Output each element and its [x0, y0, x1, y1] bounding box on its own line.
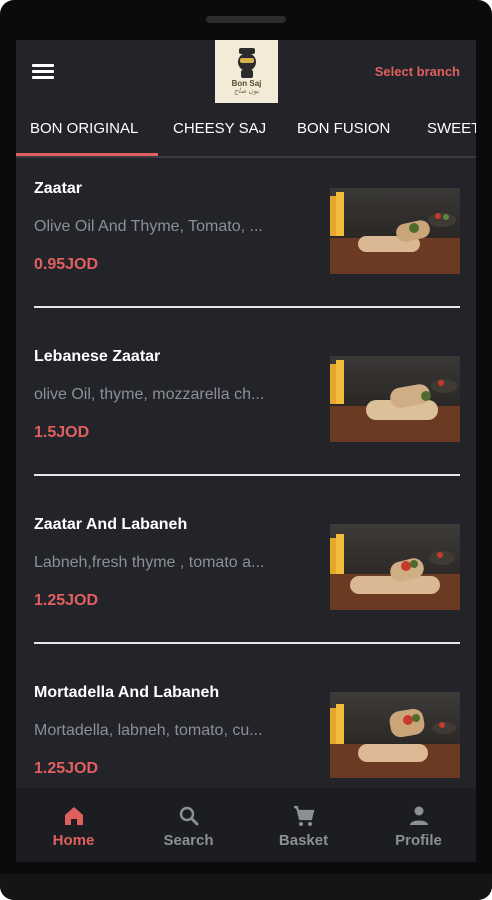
item-image — [330, 188, 460, 274]
item-divider — [34, 306, 460, 308]
item-price: 1.25JOD — [34, 760, 99, 777]
item-divider — [34, 474, 460, 476]
menu-icon[interactable] — [32, 64, 54, 80]
tab-cheesy-saj[interactable]: CHEESY SAJ — [173, 120, 266, 137]
item-price: 1.5JOD — [34, 424, 90, 441]
nav-label-profile: Profile — [395, 832, 442, 849]
item-name: Zaatar — [34, 180, 83, 197]
device-frame: Bon Saj بون صاج Select branch BON ORIGIN… — [0, 0, 492, 900]
menu-item[interactable]: Zaatar And Labaneh Labneh,fresh thyme , … — [34, 516, 460, 682]
nav-label-search: Search — [163, 832, 214, 849]
logo-mascot-icon — [237, 47, 256, 78]
bottom-navigation: Home Search Basket Profile — [16, 788, 476, 862]
item-description: Olive Oil And Thyme, Tomato, ... — [34, 218, 263, 235]
cart-icon — [293, 805, 314, 826]
tab-bon-original[interactable]: BON ORIGINAL — [30, 120, 138, 137]
wrap-photo-icon — [330, 524, 460, 610]
home-icon — [64, 807, 83, 825]
nav-home[interactable]: Home — [16, 788, 131, 862]
logo-subtitle: بون صاج — [233, 87, 260, 95]
item-description: olive Oil, thyme, mozzarella ch... — [34, 386, 265, 403]
item-divider — [34, 642, 460, 644]
select-branch-link[interactable]: Select branch — [375, 64, 460, 79]
wrap-photo-icon — [330, 356, 460, 442]
nav-search[interactable]: Search — [131, 788, 246, 862]
wrap-photo-icon — [330, 188, 460, 274]
logo-name: Bon Saj — [231, 78, 262, 88]
menu-item[interactable]: Zaatar Olive Oil And Thyme, Tomato, ... … — [34, 180, 460, 346]
menu-item[interactable]: Lebanese Zaatar olive Oil, thyme, mozzar… — [34, 348, 460, 514]
search-icon — [179, 806, 198, 826]
item-name: Mortadella And Labaneh — [34, 684, 220, 701]
device-speaker — [206, 16, 286, 23]
item-price: 1.25JOD — [34, 592, 99, 609]
active-tab-indicator — [16, 153, 158, 156]
person-icon — [409, 806, 428, 825]
item-name: Zaatar And Labaneh — [34, 516, 188, 533]
category-tabs: BON ORIGINAL CHEESY SAJ BON FUSION SWEET — [16, 104, 476, 158]
tab-sweet[interactable]: SWEET — [427, 120, 476, 137]
wrap-photo-icon — [330, 692, 460, 778]
nav-profile[interactable]: Profile — [361, 788, 476, 862]
item-image — [330, 524, 460, 610]
item-image — [330, 692, 460, 778]
item-description: Mortadella, labneh, tomato, cu... — [34, 722, 263, 739]
item-description: Labneh,fresh thyme , tomato a... — [34, 554, 265, 571]
app-screen: Bon Saj بون صاج Select branch BON ORIGIN… — [16, 40, 476, 862]
item-name: Lebanese Zaatar — [34, 348, 161, 365]
item-image — [330, 356, 460, 442]
nav-label-basket: Basket — [278, 832, 329, 849]
device-chin — [0, 874, 492, 900]
tab-bon-fusion[interactable]: BON FUSION — [297, 120, 390, 137]
brand-logo: Bon Saj بون صاج — [215, 40, 278, 103]
item-price: 0.95JOD — [34, 256, 99, 273]
nav-label-home: Home — [52, 832, 95, 849]
nav-basket[interactable]: Basket — [246, 788, 361, 862]
top-bar: Bon Saj بون صاج Select branch — [16, 40, 476, 104]
